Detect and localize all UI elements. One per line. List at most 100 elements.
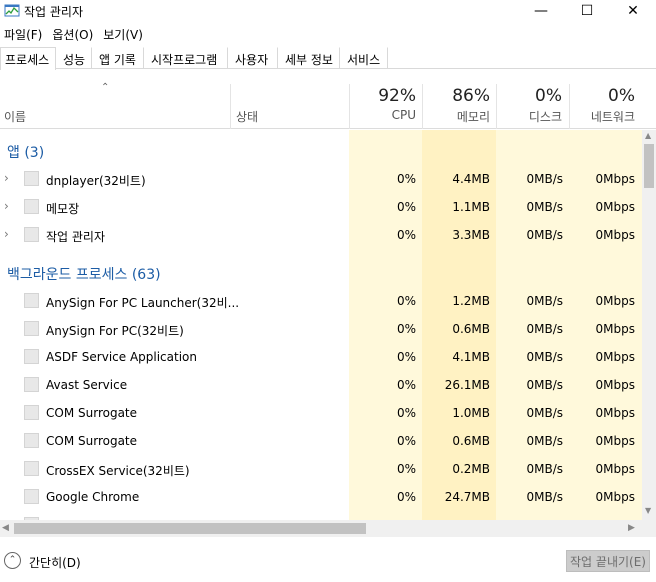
memory-value: 0.2MB — [452, 462, 490, 476]
column-header: ⌃ 이름 상태 92% CPU 86% 메모리 0% 디스크 0% 네트워크 — [0, 82, 656, 129]
group-header-background[interactable]: 백그라운드 프로세스 (63) — [0, 256, 642, 284]
tab-startup[interactable]: 시작프로그램 — [146, 47, 228, 69]
network-value: 0Mbps — [595, 406, 635, 420]
network-value: 0Mbps — [595, 322, 635, 336]
maximize-button[interactable]: ☐ — [564, 0, 610, 22]
process-icon — [24, 227, 39, 242]
process-name: ASDF Service Application — [46, 350, 197, 364]
tab-app-history[interactable]: 앱 기록 — [94, 47, 144, 69]
network-value: 0Mbps — [595, 350, 635, 364]
table-row[interactable]: › 메모장 0% 1.1MB 0MB/s 0Mbps — [0, 192, 642, 220]
chevron-up-circle-icon[interactable]: ⌃ — [4, 552, 21, 569]
table-row[interactable]: › 작업 관리자 0% 3.3MB 0MB/s 0Mbps — [0, 220, 642, 248]
tab-services[interactable]: 서비스 — [342, 47, 388, 69]
memory-value: 1.2MB — [452, 294, 490, 308]
horizontal-scroll-thumb[interactable] — [14, 523, 366, 534]
memory-value: 4.4MB — [452, 172, 490, 186]
disk-percent[interactable]: 0% — [492, 86, 562, 106]
vertical-scroll-thumb[interactable] — [644, 144, 654, 188]
scroll-up-icon[interactable]: ▲ — [645, 131, 651, 140]
cpu-value: 0% — [396, 200, 416, 214]
table-row[interactable]: ASDF Service Application 0% 4.1MB 0MB/s … — [0, 342, 642, 370]
title-bar: 작업 관리자 — ☐ ✕ — [0, 0, 656, 22]
cpu-percent[interactable]: 92% — [346, 86, 416, 106]
process-name: 메모장 — [46, 202, 80, 216]
task-manager-icon — [4, 4, 20, 17]
tab-performance[interactable]: 성능 — [58, 47, 92, 69]
scroll-left-icon[interactable]: ◀ — [2, 523, 9, 533]
table-row[interactable] — [0, 510, 642, 520]
network-value: 0Mbps — [595, 434, 635, 448]
network-value: 0Mbps — [595, 228, 635, 242]
table-row[interactable]: AnySign For PC(32비트) 0% 0.6MB 0MB/s 0Mbp… — [0, 314, 642, 342]
scroll-down-icon[interactable]: ▼ — [645, 506, 651, 515]
process-icon — [24, 293, 39, 308]
tab-processes[interactable]: 프로세스 — [0, 47, 56, 70]
column-divider[interactable] — [230, 84, 231, 129]
process-icon — [24, 199, 39, 214]
menu-options[interactable]: 옵션(O) — [48, 24, 99, 44]
sort-up-icon: ⌃ — [101, 82, 110, 93]
close-button[interactable]: ✕ — [610, 0, 656, 22]
disk-value: 0MB/s — [526, 378, 563, 392]
table-row[interactable]: CrossEX Service(32비트) 0% 0.2MB 0MB/s 0Mb… — [0, 454, 642, 482]
chevron-right-icon[interactable]: › — [4, 171, 9, 185]
table-row[interactable]: Avast Service 0% 26.1MB 0MB/s 0Mbps — [0, 370, 642, 398]
memory-value: 4.1MB — [452, 350, 490, 364]
cpu-value: 0% — [396, 434, 416, 448]
process-icon — [24, 321, 39, 336]
process-icon — [24, 171, 39, 186]
column-memory[interactable]: 메모리 — [420, 108, 490, 125]
network-value: 0Mbps — [595, 462, 635, 476]
memory-percent[interactable]: 86% — [420, 86, 490, 106]
disk-value: 0MB/s — [526, 172, 563, 186]
vertical-scrollbar[interactable]: ▲ ▼ — [642, 130, 656, 520]
column-disk[interactable]: 디스크 — [492, 108, 562, 125]
end-task-button[interactable]: 작업 끝내기(E) — [566, 550, 650, 572]
fewer-details-link[interactable]: 간단히(D) — [29, 554, 81, 571]
network-percent[interactable]: 0% — [565, 86, 635, 106]
scroll-right-icon[interactable]: ▶ — [628, 523, 635, 533]
tab-details[interactable]: 세부 정보 — [280, 47, 340, 69]
memory-value: 0.6MB — [452, 434, 490, 448]
column-name[interactable]: 이름 — [4, 108, 26, 125]
disk-value: 0MB/s — [526, 406, 563, 420]
table-row[interactable]: AnySign For PC Launcher(32비... 0% 1.2MB … — [0, 286, 642, 314]
tab-strip: 프로세스 성능 앱 기록 시작프로그램 사용자 세부 정보 서비스 — [0, 47, 656, 70]
tab-users[interactable]: 사용자 — [230, 47, 278, 69]
process-name: AnySign For PC(32비트) — [46, 324, 184, 338]
process-name: dnplayer(32비트) — [46, 174, 146, 188]
menu-file[interactable]: 파일(F) — [0, 24, 48, 44]
process-icon — [24, 405, 39, 420]
table-row[interactable]: › dnplayer(32비트) 0% 4.4MB 0MB/s 0Mbps — [0, 164, 642, 192]
table-row[interactable]: COM Surrogate 0% 1.0MB 0MB/s 0Mbps — [0, 398, 642, 426]
group-header-apps[interactable]: 앱 (3) — [0, 134, 642, 162]
cpu-value: 0% — [396, 406, 416, 420]
network-value: 0Mbps — [595, 172, 635, 186]
process-icon — [24, 433, 39, 448]
process-name: AnySign For PC Launcher(32비... — [46, 296, 240, 310]
minimize-button[interactable]: — — [518, 0, 564, 22]
table-row[interactable]: COM Surrogate 0% 0.6MB 0MB/s 0Mbps — [0, 426, 642, 454]
cpu-value: 0% — [396, 490, 416, 504]
column-cpu[interactable]: CPU — [346, 108, 416, 122]
column-network[interactable]: 네트워크 — [565, 108, 635, 125]
cpu-value: 0% — [396, 228, 416, 242]
horizontal-scrollbar[interactable]: ◀ ▶ — [0, 520, 642, 537]
process-name: COM Surrogate — [46, 434, 138, 448]
memory-value: 0.6MB — [452, 322, 490, 336]
menu-view[interactable]: 보기(V) — [99, 24, 149, 44]
memory-value: 1.0MB — [452, 406, 490, 420]
memory-value: 24.7MB — [444, 490, 490, 504]
process-name: COM Surrogate — [46, 406, 138, 420]
memory-value: 3.3MB — [452, 228, 490, 242]
cpu-value: 0% — [396, 378, 416, 392]
table-row[interactable]: Google Chrome 0% 24.7MB 0MB/s 0Mbps — [0, 482, 642, 510]
process-icon — [24, 461, 39, 476]
process-name: Avast Service — [46, 378, 128, 392]
cpu-value: 0% — [396, 462, 416, 476]
chevron-right-icon[interactable]: › — [4, 199, 9, 213]
chevron-right-icon[interactable]: › — [4, 227, 9, 241]
disk-value: 0MB/s — [526, 434, 563, 448]
column-status[interactable]: 상태 — [236, 108, 258, 125]
